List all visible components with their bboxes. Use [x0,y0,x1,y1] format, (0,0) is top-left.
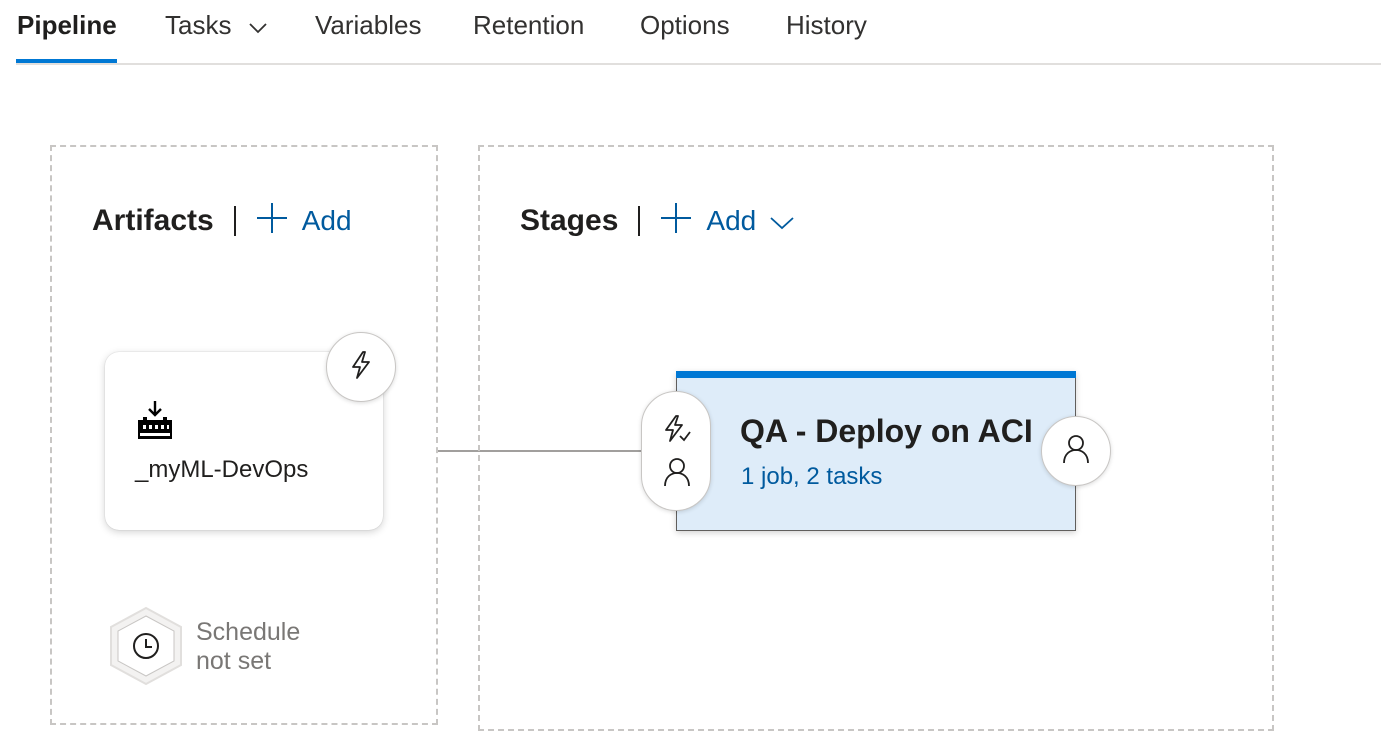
plus-icon [256,202,288,241]
add-artifact-button[interactable]: Add [256,202,352,241]
active-tab-indicator [16,59,117,63]
stage-name: QA - Deploy on ACI [740,413,1033,449]
schedule-trigger[interactable]: Schedule not set [108,606,338,686]
tab-tasks[interactable]: Tasks [165,8,267,42]
artifacts-title: Artifacts [92,204,214,237]
artifacts-header: Artifacts Add [92,201,352,241]
add-stage-label: Add [706,205,757,236]
artifact-name: _myML-DevOps [135,456,309,483]
person-icon [663,457,691,492]
tab-history[interactable]: History [786,8,867,42]
tab-variables[interactable]: Variables [315,8,421,42]
continuous-deployment-trigger-button[interactable] [326,332,396,402]
tab-options[interactable]: Options [640,8,730,42]
chevron-down-icon [249,8,267,42]
lightning-icon [662,414,692,449]
stages-title: Stages [520,204,619,237]
stage-status-bar [676,371,1076,378]
tab-tasks-label: Tasks [165,10,232,40]
stages-header: Stages Add [520,201,794,241]
header-separator [233,206,236,236]
pre-deployment-approvers-button[interactable] [642,449,712,499]
plus-icon [660,202,692,241]
schedule-status: Schedule not set [196,618,300,676]
schedule-line-1: Schedule [196,618,301,646]
pipeline-tab-bar: Pipeline Tasks Variables Retention Optio… [0,0,1381,65]
tab-retention[interactable]: Retention [473,8,584,42]
release-pipeline-editor: Pipeline Tasks Variables Retention Optio… [0,0,1381,753]
lightning-icon [348,350,374,385]
pre-deployment-conditions [641,391,711,511]
add-stage-button[interactable]: Add [660,202,794,241]
build-artifact-icon [137,400,173,445]
stage-job-summary-link[interactable]: 1 job, 2 tasks [741,463,882,491]
tab-bar-divider [16,63,1381,65]
schedule-line-2: not set [196,647,272,675]
chevron-down-icon [770,205,794,237]
stage-card[interactable]: QA - Deploy on ACI 1 job, 2 tasks [676,371,1076,531]
add-artifact-label: Add [301,205,352,236]
header-separator [638,206,641,236]
tab-pipeline[interactable]: Pipeline [17,8,117,42]
post-deployment-approvers-button[interactable] [1041,416,1111,486]
person-icon [1062,434,1090,469]
clock-icon [108,606,184,691]
